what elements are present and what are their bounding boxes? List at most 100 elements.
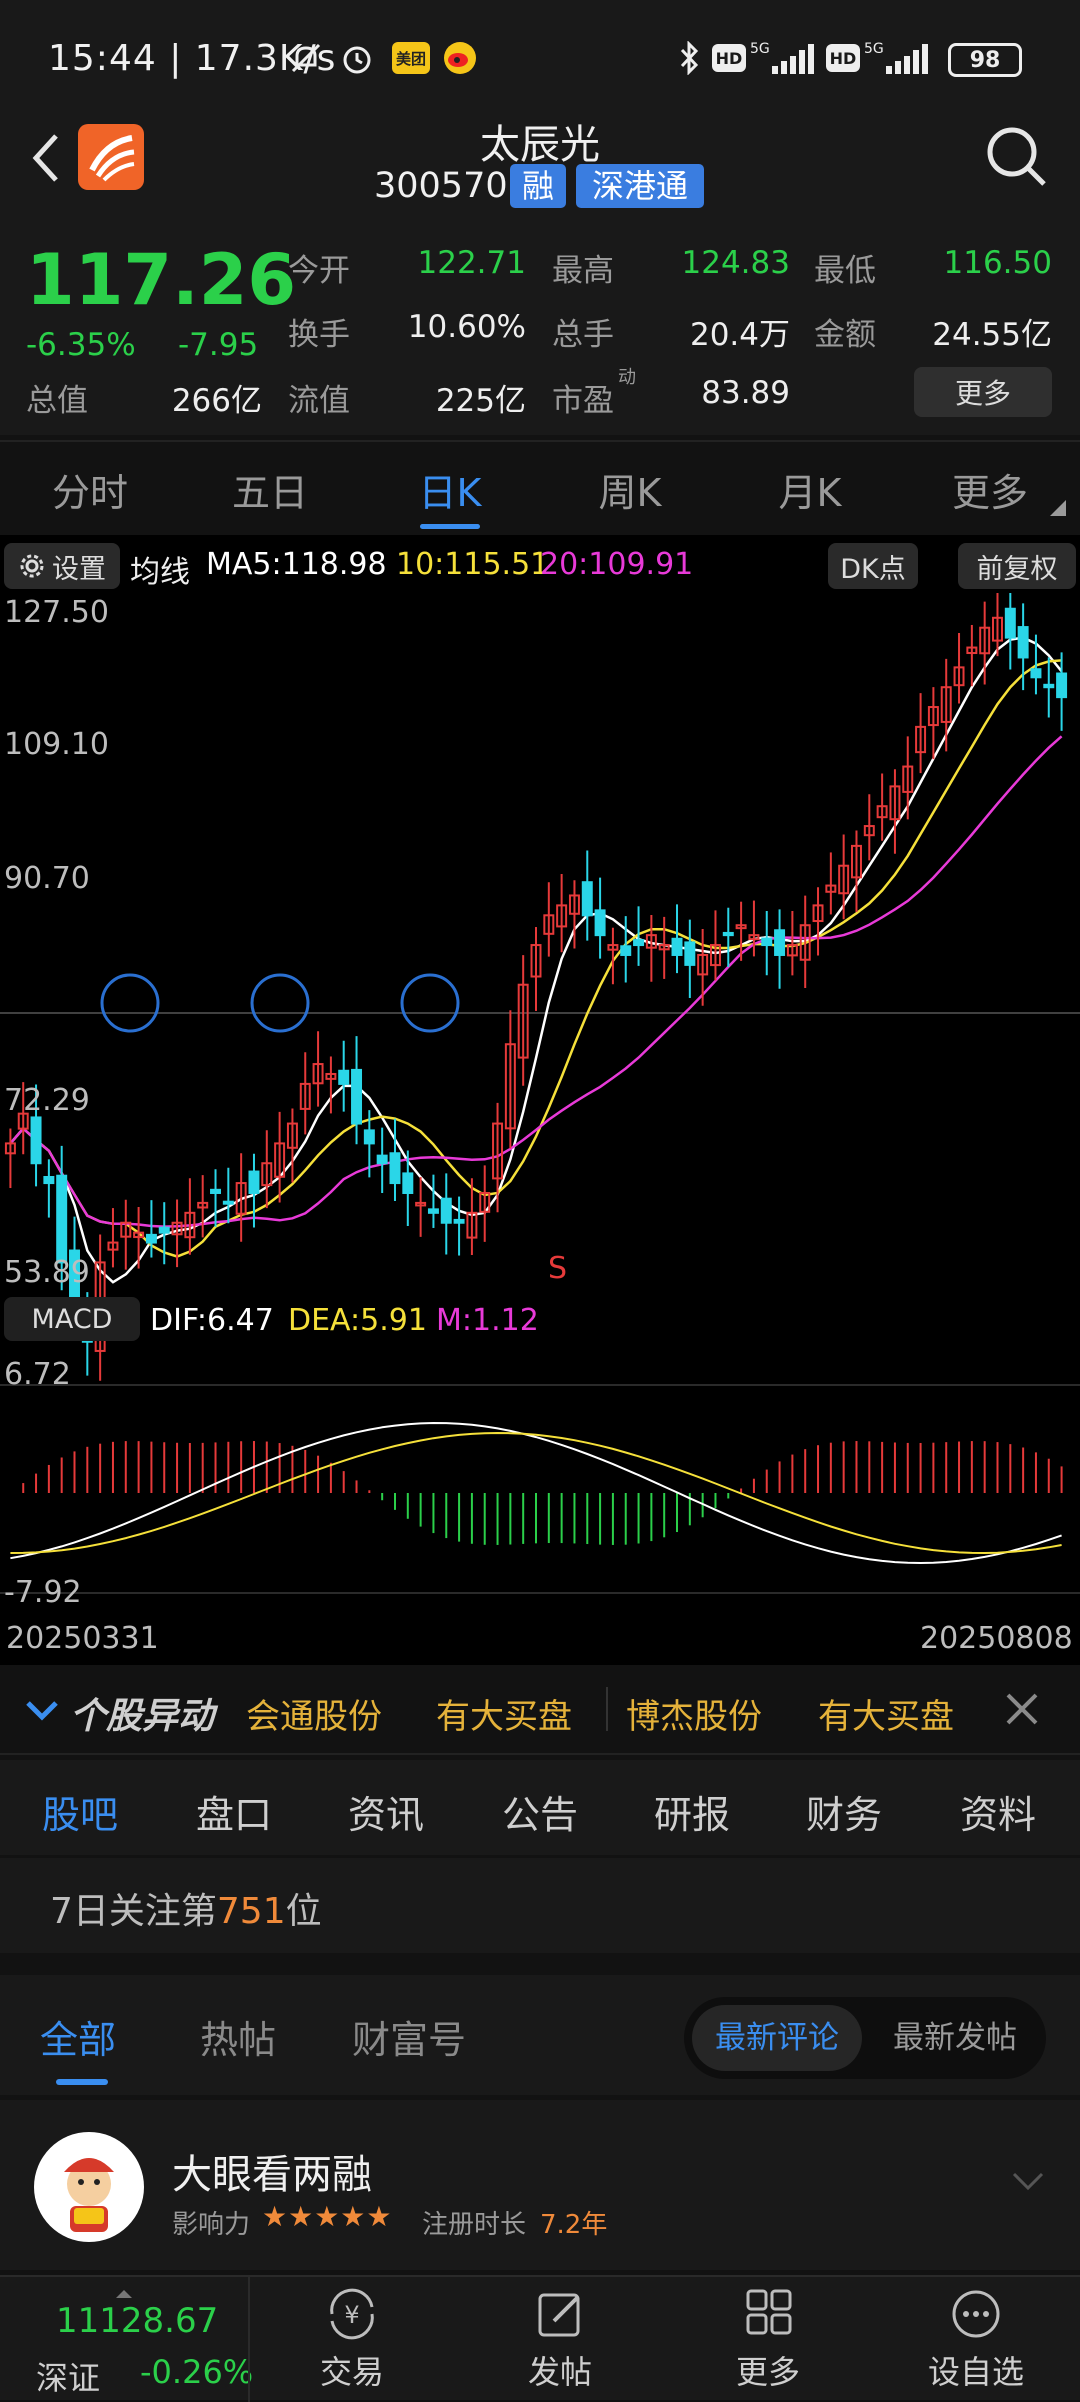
quote-label: 金额 [814, 317, 876, 353]
tab-monthly-k[interactable]: 月K [750, 462, 870, 517]
pe-dynamic-sup: 动 [618, 367, 636, 388]
section-tabs: 股吧 盘口 资讯 公告 研报 财务 资料 [0, 1760, 1080, 1855]
tab-weekly-k[interactable]: 周K [570, 462, 690, 517]
candle-body [30, 1116, 42, 1165]
dropdown-corner-icon [1050, 500, 1066, 516]
filter-active-indicator [56, 2079, 108, 2085]
quote-label: 总值 [26, 383, 88, 419]
tab-financials[interactable]: 财务 [806, 1784, 882, 1839]
alarm-icon [338, 40, 376, 76]
macd-indicator-button[interactable]: MACD [4, 1297, 140, 1341]
tab-more-periods[interactable]: 更多 [930, 462, 1050, 517]
chevron-down-icon [24, 1695, 60, 1725]
macd-axis-top: 6.72 [4, 1357, 71, 1392]
bell-muted-icon [288, 40, 324, 76]
candle-body [145, 1233, 157, 1244]
candle-body [427, 1208, 439, 1214]
candle-body [1004, 607, 1016, 639]
adjust-button[interactable]: 前复权 [958, 543, 1076, 589]
macd-dea: DEA:5.91 [288, 1303, 427, 1338]
macd-dif: DIF:6.47 [150, 1303, 274, 1338]
tab-daily-k[interactable]: 日K [390, 462, 510, 517]
quote-label: 总手 [552, 317, 614, 353]
chart-settings-button[interactable]: 设置 [4, 543, 120, 589]
grid-icon [746, 2289, 792, 2334]
filter-wealth[interactable]: 财富号 [352, 2009, 466, 2064]
close-icon[interactable] [1004, 1691, 1040, 1727]
alert-stock[interactable]: 博杰股份 [626, 1689, 762, 1738]
rank-suffix: 位 [285, 1891, 322, 1932]
nav-post[interactable]: 发帖 [480, 2277, 640, 2402]
change-amount: -7.95 [178, 327, 259, 363]
quote-value: 116.50 [943, 245, 1052, 281]
avatar[interactable] [34, 2132, 144, 2242]
candle-body [1017, 626, 1029, 659]
kline-chart-svg [0, 593, 1080, 1594]
forum-post-item[interactable]: 大眼看两融 影响力 ★★★★★ 注册时长 7.2年 [0, 2100, 1080, 2270]
rank-prefix: 7日关注第 [50, 1891, 217, 1932]
stock-alert-bar[interactable]: 个股异动 会通股份 有大买盘 博杰股份 有大买盘 [0, 1665, 1080, 1755]
alert-stock[interactable]: 会通股份 [246, 1689, 382, 1738]
tab-profile[interactable]: 资料 [960, 1784, 1036, 1839]
nav-more[interactable]: 更多 [688, 2277, 848, 2402]
tab-announcements[interactable]: 公告 [502, 1784, 578, 1839]
chevron-down-icon[interactable] [1010, 2170, 1046, 2194]
nav-trade[interactable]: ¥ 交易 [272, 2277, 432, 2402]
settings-label: 设置 [52, 553, 106, 585]
candle-body [402, 1172, 414, 1194]
quote-value: 225亿 [435, 383, 526, 419]
tab-news[interactable]: 资讯 [348, 1784, 424, 1839]
filter-hot[interactable]: 热帖 [200, 2009, 276, 2064]
quote-value: 83.89 [701, 375, 790, 411]
caret-up-icon [116, 2283, 132, 2298]
alert-title: 个股异动 [70, 1696, 215, 1737]
stock-header: 太辰光 300570 融 深港通 [0, 100, 1080, 230]
quote-label: 换手 [288, 317, 350, 353]
tab-five-day[interactable]: 五日 [210, 462, 330, 517]
rank-number: 751 [216, 1891, 286, 1932]
date-end: 20250808 [920, 1621, 1073, 1656]
quote-label: 最高 [552, 253, 614, 289]
alert-divider [606, 1687, 608, 1731]
influence-label: 影响力 [172, 2210, 251, 2240]
quote-value: 10.60% [407, 309, 526, 345]
tab-research[interactable]: 研报 [654, 1784, 730, 1839]
index-name: 深证 [36, 2359, 101, 2397]
kline-chart-area[interactable]: 设置 均线 MA5:118.98 10:115.51 20:109.91 DK点… [0, 535, 1080, 1665]
post-author[interactable]: 大眼看两融 [172, 2142, 372, 2200]
signal-marker-circle [400, 973, 460, 1033]
candle-body [684, 941, 696, 966]
stock-logo-icon [78, 124, 144, 190]
tab-intraday[interactable]: 分时 [30, 462, 150, 517]
price-axis-label: 90.70 [4, 861, 90, 896]
price-axis-label: 72.29 [4, 1083, 90, 1118]
stock-name: 太辰光 [480, 122, 600, 168]
nav-watchlist[interactable]: 设自选 [896, 2277, 1056, 2402]
tab-order-book[interactable]: 盘口 [196, 1784, 272, 1839]
influence-stars: ★★★★★ [262, 2200, 393, 2233]
alert-event: 有大买盘 [818, 1697, 954, 1737]
filter-all[interactable]: 全部 [40, 2009, 116, 2064]
meituan-app-icon: 美团 [392, 42, 430, 74]
search-icon[interactable] [982, 122, 1052, 192]
more-quote-button[interactable]: 更多 [914, 367, 1052, 417]
index-value[interactable]: 11128.67 [56, 2301, 218, 2341]
sort-latest-comment[interactable]: 最新评论 [692, 2005, 862, 2071]
candle-body [56, 1174, 68, 1264]
candle-body [338, 1069, 350, 1085]
weibo-app-icon [442, 40, 478, 76]
back-icon[interactable] [22, 128, 72, 188]
candle-body [376, 1154, 388, 1165]
dk-point-button[interactable]: DK点 [828, 543, 918, 589]
sort-latest-post[interactable]: 最新发帖 [870, 2005, 1040, 2071]
stock-code: 300570 [374, 166, 508, 206]
margin-tag: 融 [510, 164, 566, 208]
quote-value: 24.55亿 [932, 317, 1052, 353]
candle-body [581, 881, 593, 917]
tab-forum[interactable]: 股吧 [42, 1784, 118, 1839]
price-axis-label: 109.10 [4, 727, 109, 762]
price-axis-label: 53.89 [4, 1255, 90, 1290]
candle-body [633, 939, 645, 947]
post-filters: 全部 热帖 财富号 最新评论 最新发帖 [0, 1975, 1080, 2095]
active-tab-indicator [420, 524, 480, 529]
